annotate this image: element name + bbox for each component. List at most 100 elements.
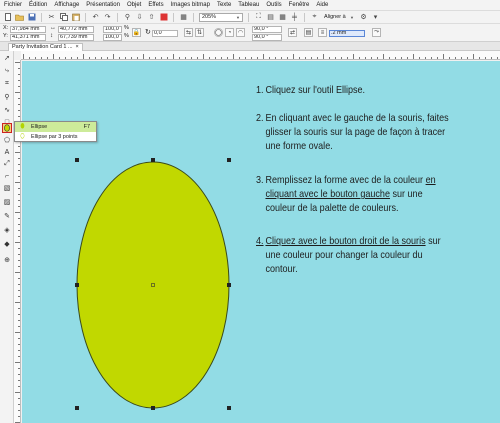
menu-texte[interactable]: Texte bbox=[217, 0, 231, 10]
mirror-vertical-icon[interactable]: ⇅ bbox=[195, 28, 204, 37]
ruler-tick bbox=[443, 54, 444, 59]
parallel-dimension-tool-icon[interactable]: ⤢ bbox=[2, 159, 12, 169]
ellipse-tool-icon[interactable] bbox=[2, 123, 12, 133]
show-grid-icon[interactable]: ▦ bbox=[278, 13, 287, 22]
ruler-tick bbox=[299, 57, 300, 59]
width-field[interactable]: 40,772 mm bbox=[58, 26, 94, 33]
ruler-tick bbox=[18, 314, 20, 315]
start-angle-field[interactable]: 90,0 ° bbox=[252, 26, 282, 33]
lock-ratio-icon[interactable]: 🔒 bbox=[132, 28, 141, 37]
menu-presentation[interactable]: Présentation bbox=[86, 0, 120, 10]
snap-icon[interactable]: ⌖ bbox=[310, 13, 319, 22]
y-position-field[interactable]: 41,371 mm bbox=[10, 34, 46, 41]
selection-handle[interactable] bbox=[227, 158, 231, 162]
selection-handle[interactable] bbox=[151, 158, 155, 162]
app-launcher-icon[interactable]: ▦ bbox=[179, 13, 188, 22]
align-to-select[interactable]: Aligner à ▼ bbox=[322, 13, 356, 22]
ruler-tick bbox=[179, 57, 180, 59]
full-screen-icon[interactable]: ⛶ bbox=[254, 13, 263, 22]
polygon-tool-icon[interactable]: ⬠ bbox=[2, 135, 12, 145]
convert-to-curves-icon[interactable]: ⤳ bbox=[372, 28, 381, 37]
menu-edition[interactable]: Édition bbox=[29, 0, 47, 10]
menu-effets[interactable]: Effets bbox=[148, 0, 163, 10]
selection-handle[interactable] bbox=[227, 406, 231, 410]
arc-mode-icon[interactable]: ◠ bbox=[236, 28, 245, 37]
launch-icon[interactable]: ▾ bbox=[371, 13, 380, 22]
search-icon[interactable]: ⚲ bbox=[123, 13, 132, 22]
ruler-tick bbox=[467, 57, 468, 59]
close-icon[interactable]: × bbox=[76, 44, 79, 51]
x-position-field[interactable]: 37,984 mm bbox=[10, 26, 46, 33]
selection-handle[interactable] bbox=[151, 406, 155, 410]
undo-icon[interactable]: ↶ bbox=[91, 13, 100, 22]
ruler-tick bbox=[71, 57, 72, 59]
pie-mode-icon[interactable]: ◔ bbox=[225, 28, 234, 37]
zoom-level-select[interactable]: 205% ▼ bbox=[199, 12, 243, 22]
ruler-tick bbox=[419, 57, 420, 59]
copy-icon[interactable] bbox=[59, 13, 68, 22]
scale-x-field[interactable]: 100,0 bbox=[103, 26, 122, 33]
pick-tool-icon[interactable]: ➚ bbox=[2, 53, 12, 63]
menu-fichier[interactable]: Fichier bbox=[4, 0, 22, 10]
ruler-tick bbox=[18, 374, 20, 375]
wrap-text-icon[interactable]: ▤ bbox=[304, 28, 313, 37]
rotation-field[interactable]: 0,0 bbox=[152, 30, 178, 37]
ruler-tick bbox=[18, 278, 20, 279]
menu-objet[interactable]: Objet bbox=[127, 0, 141, 10]
ruler-tick bbox=[323, 54, 324, 59]
smart-fill-icon[interactable]: ◆ bbox=[2, 239, 12, 249]
menu-affichage[interactable]: Affichage bbox=[54, 0, 79, 10]
drop-shadow-tool-icon[interactable]: ▧ bbox=[2, 183, 12, 193]
connector-tool-icon[interactable]: ⌐ bbox=[2, 171, 12, 181]
redo-icon[interactable]: ↷ bbox=[103, 13, 112, 22]
menu-aide[interactable]: Aide bbox=[316, 0, 328, 10]
mirror-horizontal-icon[interactable]: ⇆ bbox=[184, 28, 193, 37]
tab-party-invitation-card[interactable]: Party Invitation Card 1 ... × bbox=[8, 43, 83, 51]
selection-handle[interactable] bbox=[75, 283, 79, 287]
new-document-icon[interactable] bbox=[3, 13, 12, 22]
ruler-tick bbox=[383, 54, 384, 59]
menu-outils[interactable]: Outils bbox=[266, 0, 281, 10]
cut-icon[interactable]: ✂ bbox=[47, 13, 56, 22]
open-folder-icon[interactable] bbox=[15, 13, 24, 22]
outline-width-field[interactable]: .2 mm bbox=[329, 30, 365, 37]
menu-images-bitmap[interactable]: Images bitmap bbox=[171, 0, 210, 10]
color-eyedropper-icon[interactable]: ✎ bbox=[2, 211, 12, 221]
zoom-tool-icon[interactable]: ⚲ bbox=[2, 92, 12, 102]
options-gear-icon[interactable]: ⚙ bbox=[359, 13, 368, 22]
ruler-tick bbox=[18, 164, 20, 165]
horizontal-ruler[interactable] bbox=[21, 51, 500, 60]
ellipse-mode-icon[interactable]: ◯ bbox=[214, 28, 223, 37]
vertical-ruler[interactable] bbox=[14, 60, 21, 423]
step-text-underlined: Cliquez avec le bouton droit de la souri… bbox=[265, 235, 426, 247]
ruler-tick bbox=[18, 146, 20, 147]
export-icon[interactable]: ⇧ bbox=[147, 13, 156, 22]
selection-handle[interactable] bbox=[227, 283, 231, 287]
shape-tool-icon[interactable]: ⤷ bbox=[2, 66, 12, 76]
ruler-tick bbox=[173, 54, 174, 59]
change-direction-icon[interactable]: ⇄ bbox=[288, 28, 297, 37]
paste-icon[interactable] bbox=[71, 13, 80, 22]
scale-y-field[interactable]: 100,0 bbox=[103, 34, 122, 41]
freehand-tool-icon[interactable]: ∿ bbox=[2, 105, 12, 115]
text-tool-icon[interactable]: A bbox=[2, 147, 12, 157]
flyout-item-ellipse[interactable]: ⬮ Ellipse F7 bbox=[15, 122, 96, 132]
ruler-tick bbox=[77, 57, 78, 59]
menu-tableau[interactable]: Tableau bbox=[238, 0, 259, 10]
end-angle-field[interactable]: 90,0 ° bbox=[252, 34, 282, 41]
transparency-tool-icon[interactable]: ▨ bbox=[2, 197, 12, 207]
show-rulers-icon[interactable]: ▤ bbox=[266, 13, 275, 22]
selection-handle[interactable] bbox=[75, 158, 79, 162]
publish-pdf-icon[interactable] bbox=[159, 13, 168, 22]
height-field[interactable]: 67,739 mm bbox=[58, 34, 94, 41]
interactive-fill-icon[interactable]: ◈ bbox=[2, 225, 12, 235]
show-guidelines-icon[interactable]: ╪ bbox=[290, 13, 299, 22]
menu-fenetre[interactable]: Fenêtre bbox=[289, 0, 310, 10]
flyout-item-ellipse-3-points[interactable]: ⬯ Ellipse par 3 points bbox=[15, 132, 96, 142]
ellipse-shape[interactable] bbox=[76, 161, 230, 409]
selection-handle[interactable] bbox=[75, 406, 79, 410]
crop-tool-icon[interactable]: ⌗ bbox=[2, 79, 12, 89]
add-tool-icon[interactable]: ⊕ bbox=[2, 255, 12, 265]
import-icon[interactable]: ⇩ bbox=[135, 13, 144, 22]
save-icon[interactable] bbox=[27, 13, 36, 22]
